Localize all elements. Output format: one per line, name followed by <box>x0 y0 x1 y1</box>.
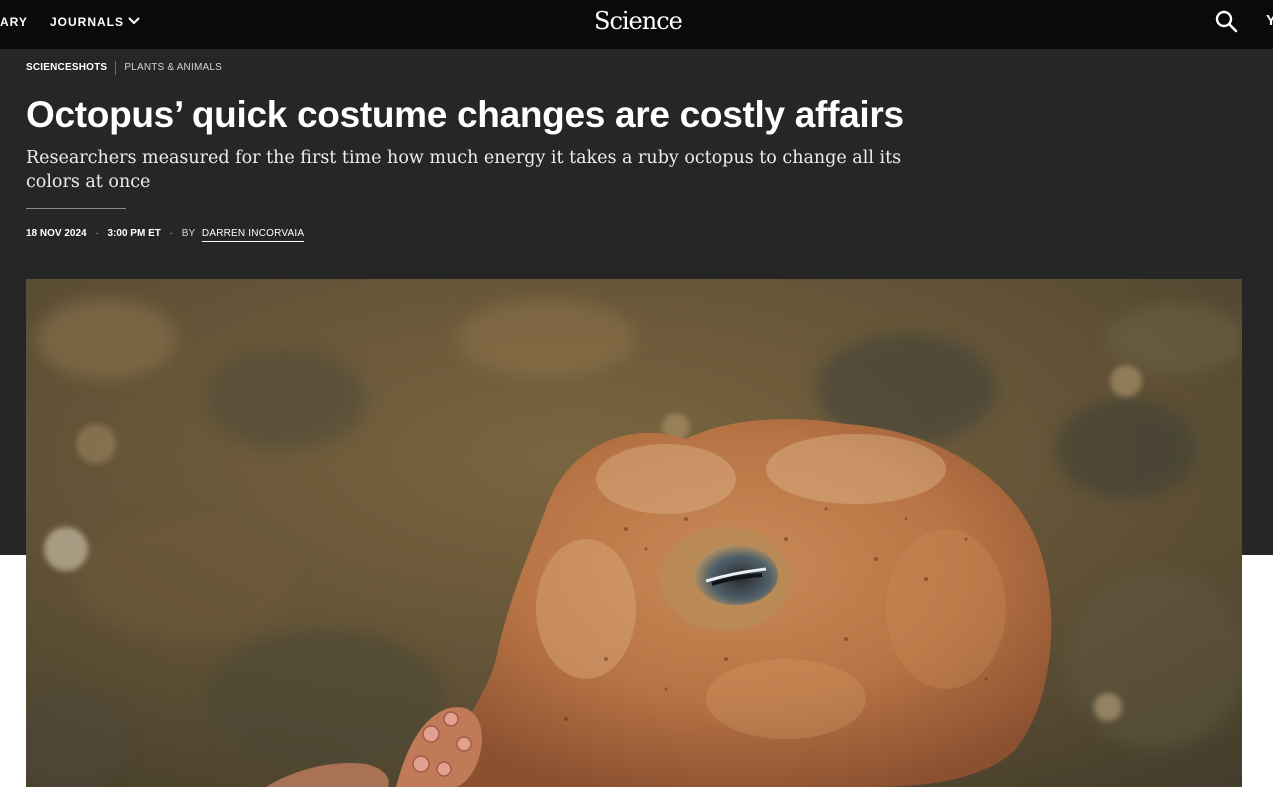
meta-separator: · <box>95 228 99 239</box>
meta-separator: · <box>169 228 173 239</box>
breadcrumb-topic-link[interactable]: PLANTS & ANIMALS <box>124 62 222 74</box>
breadcrumb: SCIENCESHOTS PLANTS & ANIMALS <box>26 61 222 76</box>
author-link[interactable]: DARREN INCORVAIA <box>201 228 305 242</box>
header-divider <box>26 208 126 209</box>
breadcrumb-section-link[interactable]: SCIENCESHOTS <box>26 62 107 74</box>
nav-journals-link[interactable]: JOURNALS <box>50 15 124 29</box>
article-dek: Researchers measured for the first time … <box>26 148 902 192</box>
article-meta: 18 NOV 2024 · 3:00 PM ET · BY DARREN INC… <box>26 228 305 242</box>
byline-prefix: BY <box>181 228 196 239</box>
top-navigation: ARY JOURNALS Science Y <box>0 0 1273 49</box>
nav-edge-fragment[interactable]: Y <box>1266 13 1273 29</box>
chevron-down-icon[interactable] <box>128 15 140 27</box>
publish-date: 18 NOV 2024 <box>26 228 87 239</box>
search-icon[interactable] <box>1214 9 1240 35</box>
hero-image <box>26 279 1242 787</box>
octopus-photo <box>26 279 1242 787</box>
nav-library-link[interactable]: ARY <box>0 15 28 29</box>
publish-time: 3:00 PM ET <box>107 228 161 239</box>
article-headline: Octopus’ quick costume changes are costl… <box>26 94 904 135</box>
breadcrumb-divider <box>115 61 117 75</box>
science-logo[interactable]: Science <box>594 6 683 36</box>
